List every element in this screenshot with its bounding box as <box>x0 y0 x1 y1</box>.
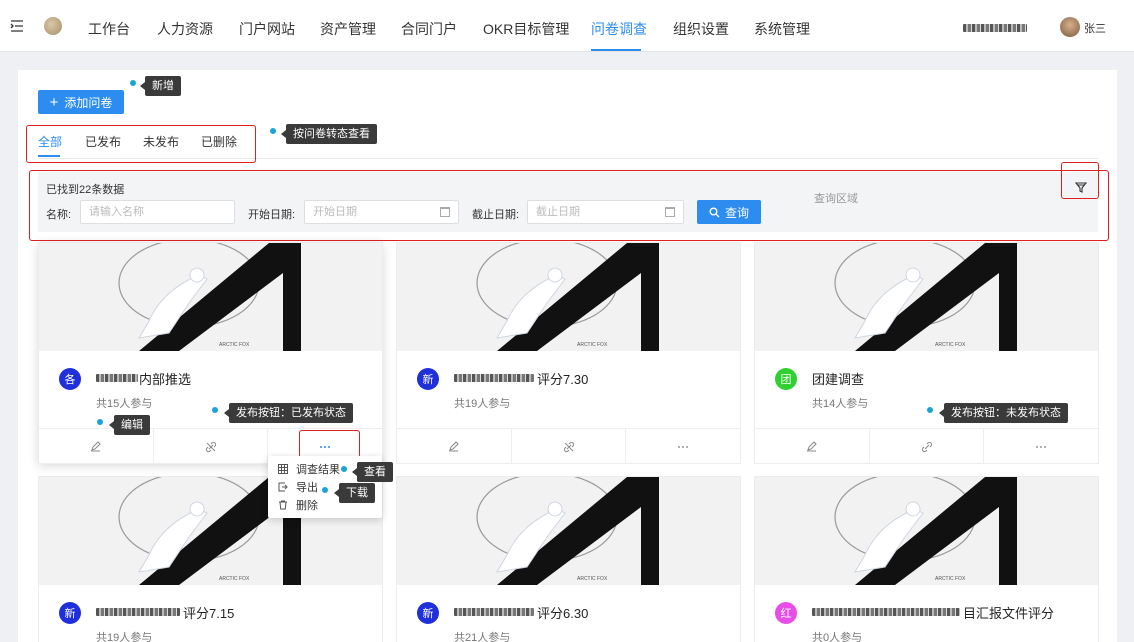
card-image-caption: ARCTIC FOX <box>577 342 608 348</box>
card-badge: 新 <box>417 368 439 390</box>
card-badge: 新 <box>417 602 439 624</box>
survey-card[interactable]: ARCTIC FOX 新 评分6.30 共21人参与 <box>396 476 741 642</box>
add-survey-button[interactable]: + 添加问卷 <box>38 90 124 114</box>
pencil-icon <box>449 441 460 452</box>
card-image-caption: ARCTIC FOX <box>935 342 966 348</box>
card-title: 内部推选 <box>139 372 192 387</box>
more-button[interactable] <box>626 429 740 464</box>
card-image-caption: ARCTIC FOX <box>577 576 608 582</box>
survey-card[interactable]: ARCTIC FOX 红 目汇报文件评分 共0人参与 <box>754 476 1099 642</box>
link-icon <box>921 441 932 452</box>
user-name[interactable]: 张三 <box>1084 20 1106 36</box>
card-participants: 共15人参与 <box>96 398 153 410</box>
card-title: 评分7.15 <box>183 606 235 621</box>
card-badge: 红 <box>775 602 797 624</box>
plus-icon: + <box>49 93 59 111</box>
annotation-dot <box>212 407 218 413</box>
card-title: 评分7.30 <box>537 372 589 387</box>
tooltip-unpublished-button: 发布按钮：未发布状态 <box>939 403 1068 423</box>
card-badge: 各 <box>59 368 81 390</box>
annotation-dot <box>341 466 347 472</box>
card-cover-image: ARCTIC FOX <box>39 243 382 351</box>
card-title-redacted <box>812 608 960 616</box>
menu-item-export-label: 导出 <box>296 482 318 494</box>
card-participants: 共19人参与 <box>96 632 153 642</box>
annotation-frame-tabs <box>26 125 256 163</box>
nav-item-contracts[interactable]: 合同门户 <box>401 19 457 39</box>
card-title: 团建调查 <box>812 372 865 387</box>
card-title-redacted <box>454 608 534 616</box>
annotation-dot <box>130 80 136 86</box>
logo[interactable] <box>44 17 62 35</box>
card-badge: 新 <box>59 602 81 624</box>
tooltip-download: 下载 <box>334 483 375 503</box>
nav-item-survey[interactable]: 问卷调查 <box>591 19 647 39</box>
menu-item-delete-label: 删除 <box>296 500 318 512</box>
card-cover-image: ARCTIC FOX <box>397 477 740 585</box>
pencil-icon <box>807 441 818 452</box>
more-button[interactable] <box>984 429 1098 464</box>
survey-card[interactable]: ARCTIC FOX 新 评分7.30 共19人参与 <box>396 242 741 464</box>
table-icon <box>278 464 288 474</box>
survey-card[interactable]: ARCTIC FOX 团 团建调查 共14人参与 <box>754 242 1099 464</box>
more-icon <box>678 445 689 448</box>
annotation-frame-more <box>299 430 360 458</box>
add-survey-label: 添加问卷 <box>64 95 113 110</box>
publish-button[interactable] <box>512 429 627 464</box>
nav-item-portal[interactable]: 门户网站 <box>239 19 295 39</box>
annotation-dot <box>270 128 276 134</box>
card-cover-image: ARCTIC FOX <box>755 243 1098 351</box>
tooltip-published-button: 发布按钮：已发布状态 <box>224 403 353 423</box>
top-nav: 工作台 人力资源 门户网站 资产管理 合同门户 OKR目标管理 问卷调查 组织设… <box>0 0 1134 52</box>
menu-item-results-label: 调查结果 <box>296 464 340 476</box>
unlink-icon <box>205 441 216 452</box>
annotation-dot <box>322 487 328 493</box>
card-actions <box>755 428 1098 464</box>
card-actions <box>397 428 740 464</box>
nav-item-org[interactable]: 组织设置 <box>673 19 729 39</box>
annotation-dot <box>927 407 933 413</box>
nav-item-assets[interactable]: 资产管理 <box>320 19 376 39</box>
avatar[interactable] <box>1060 17 1080 37</box>
nav-item-system[interactable]: 系统管理 <box>754 19 810 39</box>
card-title: 目汇报文件评分 <box>963 606 1055 621</box>
pencil-icon <box>91 441 102 452</box>
tooltip-tabs: 按问卷转态查看 <box>281 124 377 144</box>
tooltip-edit: 编辑 <box>109 415 150 435</box>
nav-item-workbench[interactable]: 工作台 <box>88 19 130 39</box>
company-name-redacted <box>963 24 1027 32</box>
card-image-caption: ARCTIC FOX <box>219 342 250 348</box>
edit-button[interactable] <box>755 429 870 464</box>
export-icon <box>278 482 288 492</box>
card-participants: 共14人参与 <box>812 398 869 410</box>
annotation-frame-filter <box>1061 162 1099 199</box>
edit-button[interactable] <box>397 429 512 464</box>
annotation-frame-query <box>29 170 1109 241</box>
card-title: 评分6.30 <box>537 606 589 621</box>
unlink-icon <box>563 441 574 452</box>
publish-button[interactable] <box>870 429 985 464</box>
nav-active-underline <box>591 49 641 51</box>
nav-item-okr[interactable]: OKR目标管理 <box>483 19 569 39</box>
menu-toggle-icon[interactable] <box>10 19 24 33</box>
card-title-redacted <box>96 608 180 616</box>
card-image-caption: ARCTIC FOX <box>935 576 966 582</box>
card-badge: 团 <box>775 368 797 390</box>
card-cover-image: ARCTIC FOX <box>397 243 740 351</box>
publish-button[interactable] <box>154 429 269 464</box>
more-icon <box>1036 445 1047 448</box>
trash-icon <box>279 500 287 510</box>
card-participants: 共21人参与 <box>454 632 511 642</box>
card-image-caption: ARCTIC FOX <box>219 576 250 582</box>
card-participants: 共19人参与 <box>454 398 511 410</box>
card-title-redacted <box>96 374 138 382</box>
card-participants: 共0人参与 <box>812 632 863 642</box>
tooltip-add: 新增 <box>140 76 181 96</box>
card-title-redacted <box>454 374 534 382</box>
card-cover-image: ARCTIC FOX <box>755 477 1098 585</box>
nav-item-hr[interactable]: 人力资源 <box>157 19 213 39</box>
annotation-dot <box>97 419 103 425</box>
tooltip-view: 查看 <box>352 462 393 482</box>
